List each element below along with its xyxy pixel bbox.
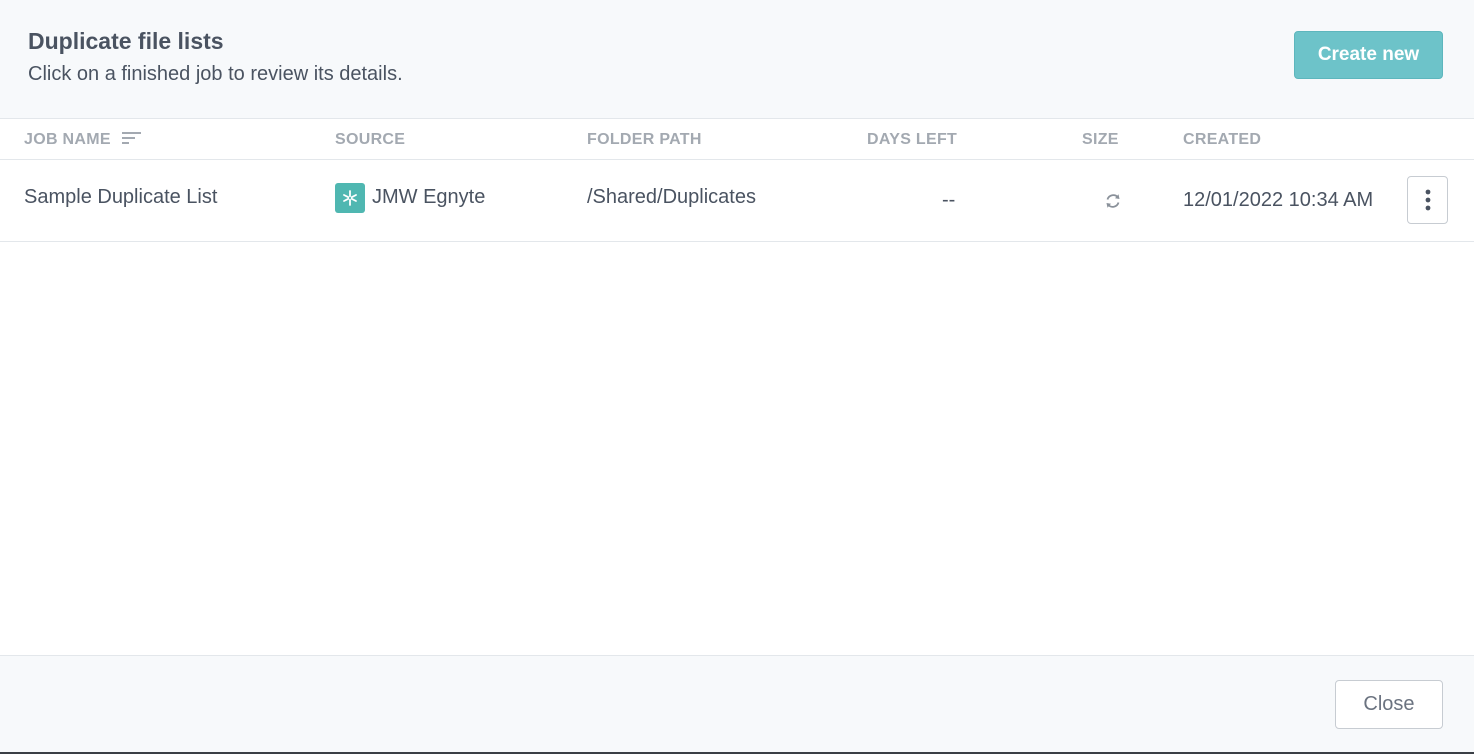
dialog-footer: Close [0,655,1474,752]
column-header-size: SIZE [1082,131,1119,148]
days-left-cell: -- [942,189,956,211]
job-name-cell: Sample Duplicate List [24,186,218,208]
dialog-header: Duplicate file lists Click on a finished… [0,0,1474,119]
dialog-subtitle: Click on a finished job to review its de… [28,63,403,85]
column-header-job-name-label: JOB NAME [24,131,111,148]
create-new-button[interactable]: Create new [1294,31,1443,79]
more-vertical-icon [1425,189,1430,211]
source-cell: JMW Egnyte [372,186,486,208]
created-cell: 12/01/2022 10:34 AM [1183,189,1374,211]
column-header-folder-path: FOLDER PATH [587,131,702,148]
table-row[interactable]: Sample Duplicate List JMW Egnyte /Shared… [0,160,1474,242]
egnyte-icon [335,183,365,213]
sort-icon[interactable] [121,131,142,145]
folder-path-cell: /Shared/Duplicates [587,186,756,208]
table-header: JOB NAME SOURCE FOLDER PATH DAYS LEFT SI… [0,119,1474,160]
column-header-created: CREATED [1183,131,1262,148]
row-actions-button[interactable] [1407,176,1448,224]
dialog-title: Duplicate file lists [28,28,224,54]
column-header-source: SOURCE [335,131,406,148]
column-header-days-left: DAYS LEFT [867,131,958,148]
duplicate-file-lists-dialog: Duplicate file lists Click on a finished… [0,0,1474,754]
column-header-job-name[interactable]: JOB NAME [24,131,142,149]
close-button[interactable]: Close [1335,680,1443,729]
refresh-icon [1106,194,1120,208]
